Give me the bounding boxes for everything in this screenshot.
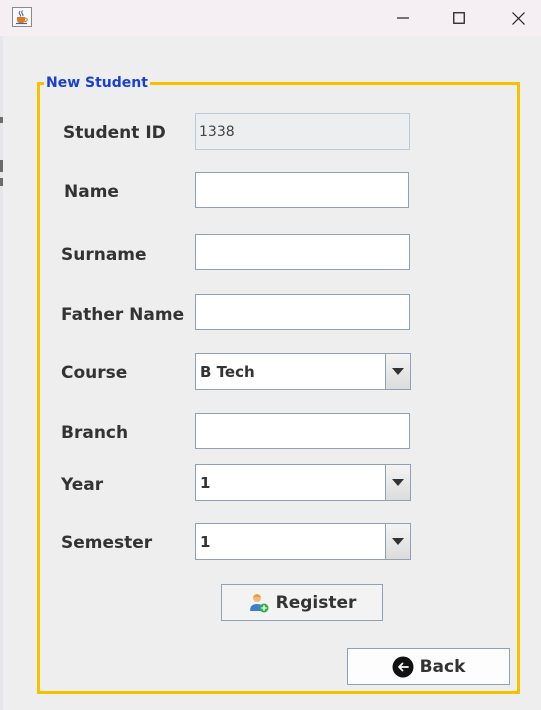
year-select[interactable]: 1 <box>195 464 411 501</box>
back-button-label: Back <box>419 656 466 677</box>
add-user-icon <box>248 592 270 614</box>
maximize-icon <box>453 12 465 24</box>
branch-input[interactable] <box>195 413 410 449</box>
close-icon <box>511 11 525 25</box>
course-selected-value: B Tech <box>200 362 255 381</box>
course-label: Course <box>61 363 128 383</box>
window-left-edge <box>0 36 3 710</box>
surname-input[interactable] <box>195 234 410 270</box>
father-name-label: Father Name <box>61 305 185 325</box>
close-button[interactable] <box>489 0 541 36</box>
edge-mark <box>0 160 3 172</box>
branch-label: Branch <box>61 423 129 443</box>
title-bar <box>0 0 541 36</box>
minimize-button[interactable] <box>374 0 432 36</box>
edge-mark <box>0 117 3 123</box>
name-input[interactable] <box>195 172 409 208</box>
register-button[interactable]: Register <box>221 584 383 621</box>
back-button[interactable]: Back <box>347 648 510 685</box>
group-title: New Student <box>44 75 150 92</box>
father-name-input[interactable] <box>195 294 410 330</box>
year-selected-value: 1 <box>200 473 211 492</box>
semester-label: Semester <box>61 533 153 553</box>
student-id-field: 1338 <box>195 113 410 150</box>
java-cup-icon[interactable] <box>12 7 32 27</box>
student-id-label: Student ID <box>63 123 166 143</box>
chevron-down-icon[interactable] <box>385 354 410 389</box>
chevron-down-icon[interactable] <box>385 465 410 500</box>
semester-selected-value: 1 <box>200 532 211 551</box>
edge-mark <box>0 178 3 186</box>
chevron-down-icon[interactable] <box>385 524 410 559</box>
back-arrow-icon <box>392 656 414 678</box>
semester-select[interactable]: 1 <box>195 523 411 560</box>
course-select[interactable]: B Tech <box>195 353 411 390</box>
year-label: Year <box>61 475 104 495</box>
maximize-button[interactable] <box>430 0 488 36</box>
surname-label: Surname <box>61 245 147 265</box>
register-button-label: Register <box>275 592 357 613</box>
minimize-icon <box>397 17 409 19</box>
name-label: Name <box>64 182 119 202</box>
